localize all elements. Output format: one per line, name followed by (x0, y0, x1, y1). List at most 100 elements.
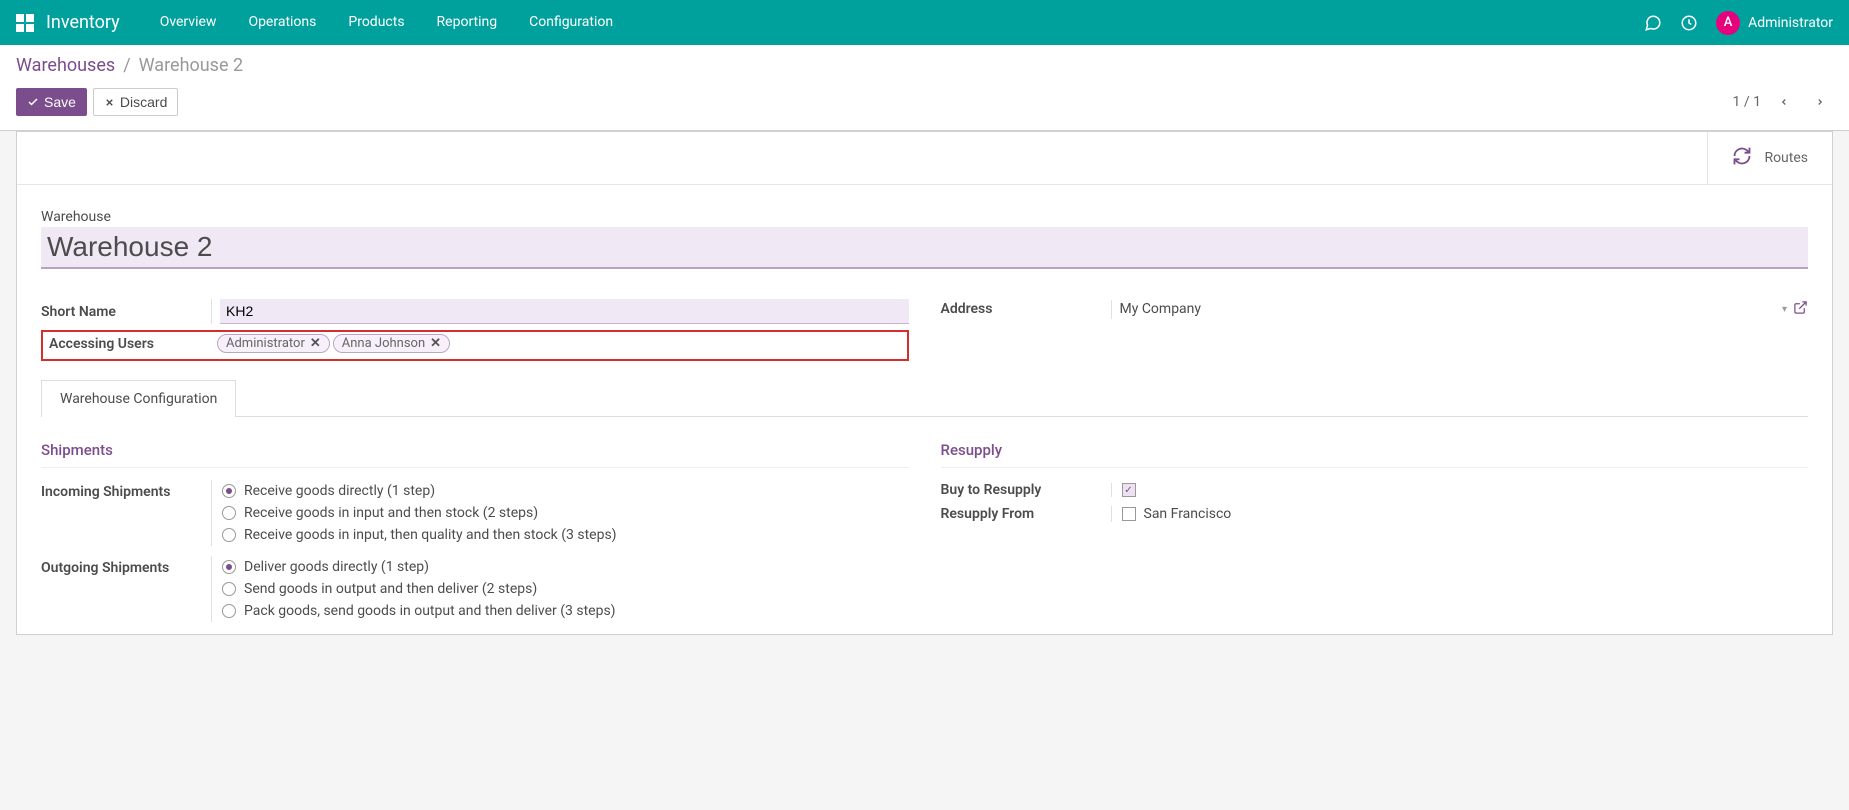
config-groups: Shipments Incoming Shipments Receive goo… (41, 441, 1808, 624)
outgoing-option-3[interactable]: Pack goods, send goods in output and the… (222, 600, 909, 622)
incoming-option-3-label: Receive goods in input, then quality and… (244, 527, 617, 543)
breadcrumb-sep: / (123, 55, 130, 76)
outgoing-option-2-label: Send goods in output and then deliver (2… (244, 581, 537, 597)
shipments-title: Shipments (41, 441, 909, 468)
user-tag-label: Administrator (226, 336, 305, 351)
nav-configuration[interactable]: Configuration (513, 0, 629, 45)
outgoing-option-1[interactable]: Deliver goods directly (1 step) (222, 556, 909, 578)
control-bar: Save Discard 1 / 1 (16, 88, 1833, 116)
radio-icon (222, 528, 236, 542)
outgoing-options: Deliver goods directly (1 step) Send goo… (211, 556, 909, 622)
shipments-group: Shipments Incoming Shipments Receive goo… (41, 441, 909, 624)
sheet-wrapper: Routes Warehouse Short Name Accessing Us… (0, 131, 1849, 635)
incoming-option-1[interactable]: Receive goods directly (1 step) (222, 480, 909, 502)
save-button[interactable]: Save (16, 88, 87, 116)
apps-icon[interactable] (16, 14, 34, 32)
check-icon (27, 96, 39, 108)
routes-button[interactable]: Routes (1707, 132, 1832, 184)
nav-menu: Overview Operations Products Reporting C… (144, 0, 629, 45)
user-tag-label: Anna Johnson (342, 336, 425, 351)
tag-remove-icon[interactable]: ✕ (430, 336, 441, 351)
tag-remove-icon[interactable]: ✕ (310, 336, 321, 351)
form-col-right: Address My Company ▾ (941, 293, 1809, 361)
incoming-option-2[interactable]: Receive goods in input and then stock (2… (222, 502, 909, 524)
form-grid: Short Name Accessing Users Administrator… (41, 293, 1808, 361)
activity-icon[interactable] (1680, 14, 1698, 32)
radio-icon (222, 560, 236, 574)
outgoing-option-1-label: Deliver goods directly (1 step) (244, 559, 429, 575)
address-label: Address (941, 301, 1111, 317)
close-icon (104, 97, 115, 108)
breadcrumb: Warehouses / Warehouse 2 (16, 55, 1833, 76)
chevron-down-icon: ▾ (1782, 304, 1787, 315)
buy-to-resupply-row: Buy to Resupply ✓ (941, 478, 1809, 502)
pager-text: 1 / 1 (1733, 94, 1761, 110)
outgoing-option-3-label: Pack goods, send goods in output and the… (244, 603, 616, 619)
discard-button[interactable]: Discard (93, 88, 178, 116)
routes-label: Routes (1764, 150, 1808, 166)
radio-icon (222, 604, 236, 618)
nav-operations[interactable]: Operations (232, 0, 332, 45)
incoming-option-2-label: Receive goods in input and then stock (2… (244, 505, 538, 521)
resupply-from-field: San Francisco (1111, 506, 1809, 522)
buy-to-resupply-checkbox[interactable]: ✓ (1122, 483, 1136, 497)
incoming-options: Receive goods directly (1 step) Receive … (211, 480, 909, 546)
resupply-from-checkbox[interactable] (1122, 507, 1136, 521)
warehouse-title-input[interactable] (41, 227, 1808, 269)
save-label: Save (44, 94, 76, 110)
incoming-option-1-label: Receive goods directly (1 step) (244, 483, 435, 499)
user-tag[interactable]: Anna Johnson ✕ (333, 334, 450, 353)
outgoing-row: Outgoing Shipments Deliver goods directl… (41, 554, 909, 624)
user-tag[interactable]: Administrator ✕ (217, 334, 330, 353)
short-name-field (211, 299, 909, 324)
discard-label: Discard (120, 94, 167, 110)
button-row: Save Discard (16, 88, 178, 116)
radio-icon (222, 506, 236, 520)
buy-to-resupply-field: ✓ (1111, 483, 1809, 497)
nav-products[interactable]: Products (332, 0, 420, 45)
buy-to-resupply-label: Buy to Resupply (941, 482, 1111, 498)
navbar: Inventory Overview Operations Products R… (0, 0, 1849, 45)
form-col-left: Short Name Accessing Users Administrator… (41, 293, 909, 361)
short-name-row: Short Name (41, 293, 909, 330)
outgoing-label: Outgoing Shipments (41, 556, 211, 576)
user-menu[interactable]: A Administrator (1716, 11, 1833, 35)
refresh-icon (1732, 146, 1752, 170)
accessing-users-field[interactable]: Administrator ✕ Anna Johnson ✕ (213, 334, 903, 353)
pager-prev[interactable] (1771, 91, 1797, 113)
form-sheet: Routes Warehouse Short Name Accessing Us… (16, 131, 1833, 635)
incoming-option-3[interactable]: Receive goods in input, then quality and… (222, 524, 909, 546)
chevron-right-icon (1815, 95, 1825, 109)
resupply-from-row: Resupply From San Francisco (941, 502, 1809, 526)
brand-title[interactable]: Inventory (46, 12, 120, 33)
breadcrumb-root[interactable]: Warehouses (16, 55, 115, 76)
control-panel: Warehouses / Warehouse 2 Save Discard 1 … (0, 45, 1849, 131)
username: Administrator (1748, 15, 1833, 31)
pager: 1 / 1 (1733, 91, 1833, 113)
avatar: A (1716, 11, 1740, 35)
resupply-title: Resupply (941, 441, 1809, 468)
short-name-input[interactable] (220, 299, 909, 324)
tab-warehouse-configuration[interactable]: Warehouse Configuration (41, 380, 236, 417)
pager-next[interactable] (1807, 91, 1833, 113)
address-value: My Company (1120, 301, 1776, 317)
outgoing-option-2[interactable]: Send goods in output and then deliver (2… (222, 578, 909, 600)
discuss-icon[interactable] (1644, 14, 1662, 32)
navbar-left: Inventory Overview Operations Products R… (16, 0, 629, 45)
tabs: Warehouse Configuration (41, 379, 1808, 417)
breadcrumb-current: Warehouse 2 (139, 55, 243, 76)
radio-icon (222, 484, 236, 498)
external-link-icon[interactable] (1793, 300, 1808, 319)
resupply-group: Resupply Buy to Resupply ✓ Resupply From (941, 441, 1809, 624)
address-row: Address My Company ▾ (941, 293, 1809, 325)
accessing-users-label: Accessing Users (45, 336, 213, 352)
sheet-body: Warehouse Short Name Accessing Users (17, 185, 1832, 634)
resupply-from-option: San Francisco (1144, 506, 1232, 522)
short-name-label: Short Name (41, 304, 211, 320)
nav-overview[interactable]: Overview (144, 0, 233, 45)
accessing-users-highlight: Accessing Users Administrator ✕ Anna Joh… (41, 330, 909, 361)
warehouse-title-label: Warehouse (41, 209, 1808, 225)
navbar-right: A Administrator (1644, 11, 1833, 35)
nav-reporting[interactable]: Reporting (421, 0, 514, 45)
address-field[interactable]: My Company ▾ (1111, 300, 1809, 319)
